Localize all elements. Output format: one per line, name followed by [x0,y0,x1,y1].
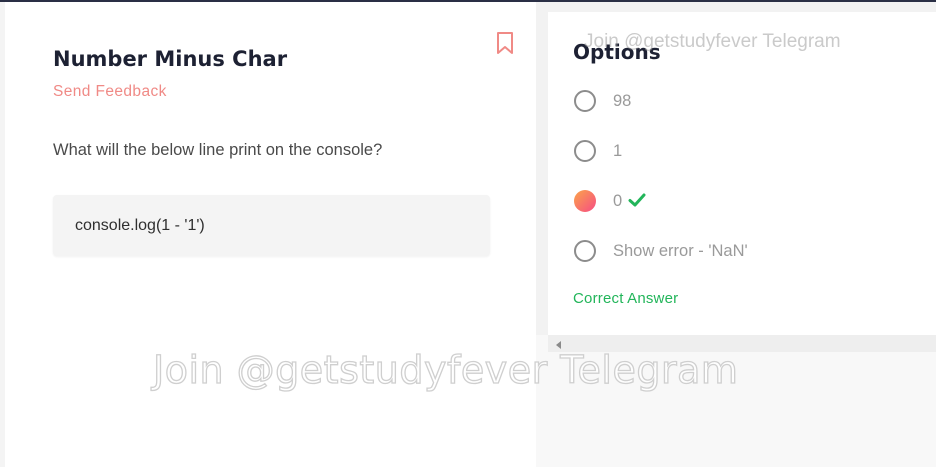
option-label: 98 [613,92,632,110]
question-panel: Number Minus Char Send Feedback What wil… [5,2,536,467]
bookmark-icon[interactable] [494,31,516,55]
option-3[interactable]: 0 [574,190,914,214]
option-label: 1 [613,142,623,160]
code-text: console.log(1 - '1') [75,217,205,234]
correct-answer-label: Correct Answer [573,290,679,307]
check-icon [628,193,646,207]
options-panel: Options Join @getstudyfever Telegram 98 … [548,12,936,335]
radio-button[interactable] [574,240,596,262]
radio-button[interactable] [574,140,596,162]
option-1[interactable]: 98 [574,90,914,114]
option-label: Show error - 'NaN' [613,242,748,260]
option-4[interactable]: Show error - 'NaN' [574,240,914,264]
horizontal-scrollbar[interactable] [548,335,936,352]
radio-button-selected[interactable] [574,190,596,212]
lower-right-area [536,335,936,467]
send-feedback-link[interactable]: Send Feedback [53,83,167,101]
option-label: 0 [613,192,623,210]
question-title: Number Minus Char [53,47,288,71]
question-prompt: What will the below line print on the co… [53,141,383,159]
options-title: Options [573,40,661,64]
scroll-left-arrow-icon[interactable] [556,341,561,349]
radio-button[interactable] [574,90,596,112]
option-2[interactable]: 1 [574,140,914,164]
code-block: console.log(1 - '1') [53,195,490,256]
